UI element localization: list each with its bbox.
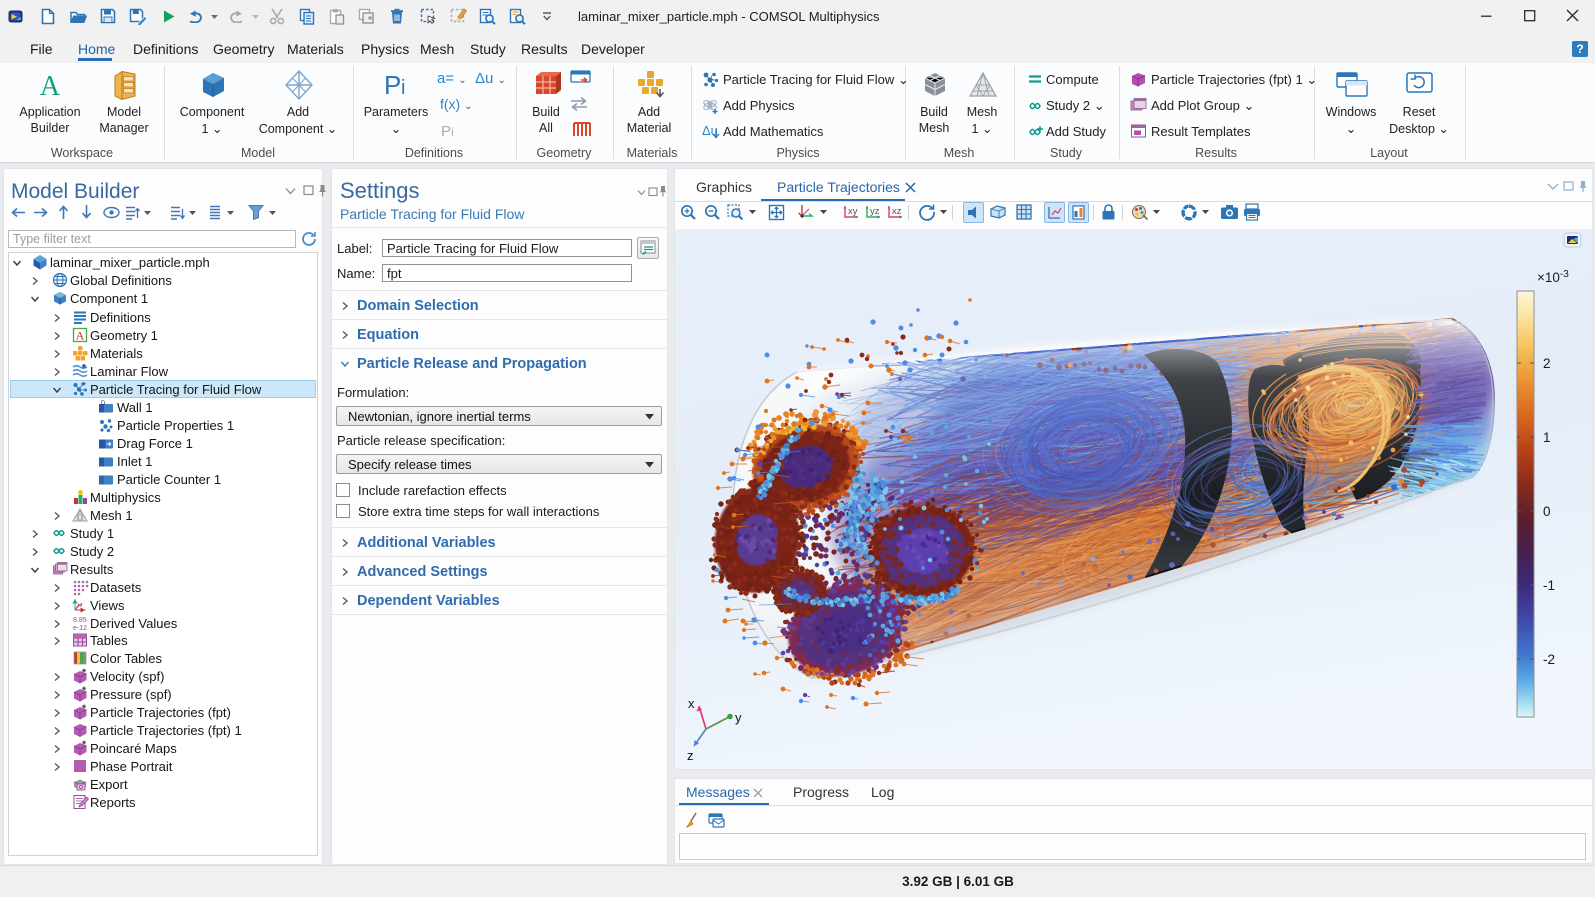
svg-text:xz: xz [892,206,902,217]
svg-text:-2: -2 [1543,652,1555,667]
svg-text:-1: -1 [1543,578,1555,593]
svg-text:A: A [76,329,85,343]
svg-text:x: x [688,696,695,711]
svg-text:0: 0 [1543,504,1551,519]
svg-text:y: y [735,710,742,725]
svg-text:1: 1 [1543,430,1551,445]
svg-text:2: 2 [1543,356,1551,371]
svg-text:yz: yz [870,206,880,217]
svg-text:a= ⌄: a= ⌄ [437,70,467,86]
svg-text:z: z [687,748,694,763]
svg-text:A: A [40,71,61,100]
svg-text:e-12: e-12 [73,625,87,632]
svg-text:i: i [401,77,405,99]
svg-text:D: D [101,401,106,407]
svg-text:Δu ⌄: Δu ⌄ [475,70,506,86]
svg-text:xy: xy [848,206,858,217]
svg-text:8.85: 8.85 [73,617,87,624]
svg-text:P: P [384,70,401,100]
